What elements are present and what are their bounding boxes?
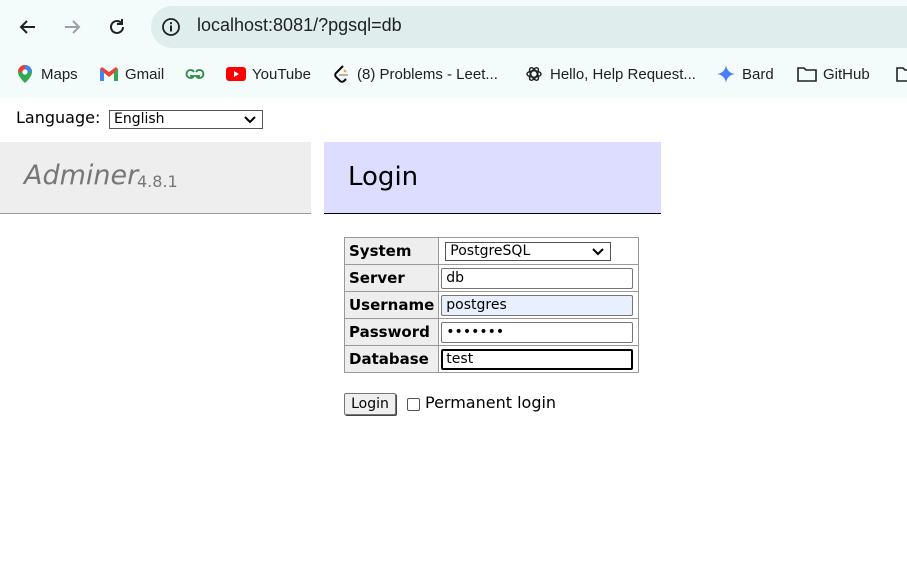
chevron-down-icon — [592, 247, 605, 255]
forward-button[interactable] — [59, 14, 85, 40]
adminer-logo-link[interactable]: Adminer — [24, 160, 138, 191]
gmail-icon — [99, 64, 119, 84]
bookmark-bard[interactable]: Bard — [716, 62, 774, 86]
bookmark-overflow[interactable] — [896, 62, 907, 86]
login-form-table: System PostgreSQL Server db Username pos… — [343, 237, 640, 373]
page-title: Login — [348, 162, 419, 192]
browser-toolbar: localhost:8081/?pgsql=db Maps Gmail YouT… — [0, 0, 907, 98]
bookmark-label: GitHub — [823, 65, 870, 83]
url-text: localhost:8081/?pgsql=db — [197, 15, 402, 35]
bookmark-label: Maps — [41, 65, 78, 83]
back-button[interactable] — [15, 14, 41, 40]
bookmark-geeksforgeeks[interactable] — [185, 62, 211, 86]
folder-icon — [797, 64, 817, 84]
folder-icon — [896, 64, 907, 84]
bookmark-label: Bard — [742, 65, 774, 83]
bookmark-label: Hello, Help Request... — [550, 65, 696, 83]
server-label: Server — [343, 264, 440, 292]
login-button[interactable]: Login — [344, 393, 396, 415]
password-label: Password — [343, 318, 440, 346]
bookmark-leetcode[interactable]: (8) Problems - Leet... — [331, 62, 498, 86]
reload-button[interactable] — [104, 14, 130, 40]
leetcode-icon — [331, 64, 351, 84]
content-header: Login — [324, 142, 661, 214]
form-row-password: Password ••••••• — [343, 318, 640, 346]
chevron-down-icon — [244, 116, 256, 124]
language-select[interactable]: English — [109, 110, 263, 129]
openai-icon — [524, 64, 544, 84]
form-row-system: System PostgreSQL — [343, 237, 640, 265]
database-input[interactable]: test — [441, 348, 634, 370]
address-bar[interactable]: localhost:8081/?pgsql=db — [151, 6, 907, 48]
bookmark-label: YouTube — [252, 65, 311, 83]
system-label: System — [343, 237, 440, 265]
bookmark-gmail[interactable]: Gmail — [99, 62, 164, 86]
system-cell: PostgreSQL — [438, 237, 640, 265]
system-select[interactable]: PostgreSQL — [445, 241, 612, 261]
password-input[interactable]: ••••••• — [441, 321, 634, 343]
permanent-login-checkbox[interactable] — [407, 398, 420, 411]
menu-header: Adminer 4.8.1 — [0, 142, 311, 214]
language-label: Language: — [16, 108, 101, 127]
bookmark-youtube[interactable]: YouTube — [226, 62, 311, 86]
reload-icon — [110, 19, 124, 34]
username-input[interactable]: postgres — [441, 294, 634, 316]
server-input[interactable]: db — [441, 267, 634, 289]
arrow-right-icon — [65, 20, 81, 34]
system-selected: PostgreSQL — [450, 242, 531, 259]
language-selected: English — [114, 111, 165, 127]
arrow-left-icon — [19, 20, 35, 34]
youtube-icon — [226, 64, 246, 84]
geeksforgeeks-icon — [185, 64, 205, 84]
maps-icon — [15, 64, 35, 84]
bookmark-maps[interactable]: Maps — [15, 62, 78, 86]
bookmark-label: (8) Problems - Leet... — [357, 65, 498, 83]
bookmark-github[interactable]: GitHub — [797, 62, 870, 86]
form-row-username: Username postgres — [343, 291, 640, 319]
bookmark-openai[interactable]: Hello, Help Request... — [524, 62, 696, 86]
version-label: 4.8.1 — [137, 172, 178, 191]
username-label: Username — [343, 291, 440, 319]
permanent-login-label[interactable]: Permanent login — [425, 393, 556, 412]
bookmark-label: Gmail — [125, 65, 165, 83]
form-row-database: Database test — [343, 345, 640, 373]
form-row-server: Server db — [343, 264, 640, 292]
site-info-icon[interactable] — [161, 17, 181, 37]
bard-icon — [716, 64, 736, 84]
database-label: Database — [343, 345, 440, 373]
